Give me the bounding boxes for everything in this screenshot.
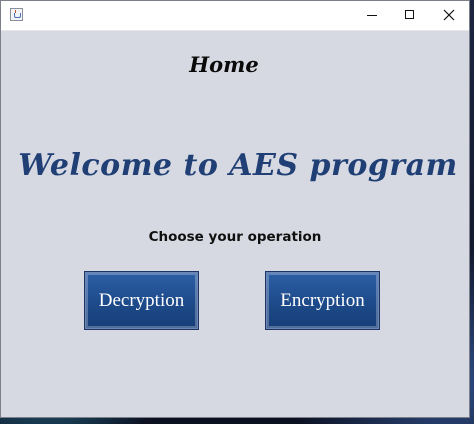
page-title: Home	[189, 52, 259, 77]
java-app-icon[interactable]	[10, 8, 23, 21]
welcome-heading: Welcome to AES program	[18, 148, 458, 183]
close-button[interactable]	[426, 1, 472, 30]
minimize-icon	[367, 15, 377, 16]
maximize-icon	[405, 10, 414, 19]
encryption-button[interactable]: Encryption	[265, 271, 380, 330]
close-icon	[443, 9, 455, 21]
app-window: Home Welcome to AES program Choose your …	[0, 0, 470, 418]
main-panel: Home Welcome to AES program Choose your …	[1, 30, 469, 417]
operation-prompt: Choose your operation	[148, 229, 322, 245]
decryption-button[interactable]: Decryption	[84, 271, 199, 330]
title-bar[interactable]	[1, 1, 469, 31]
